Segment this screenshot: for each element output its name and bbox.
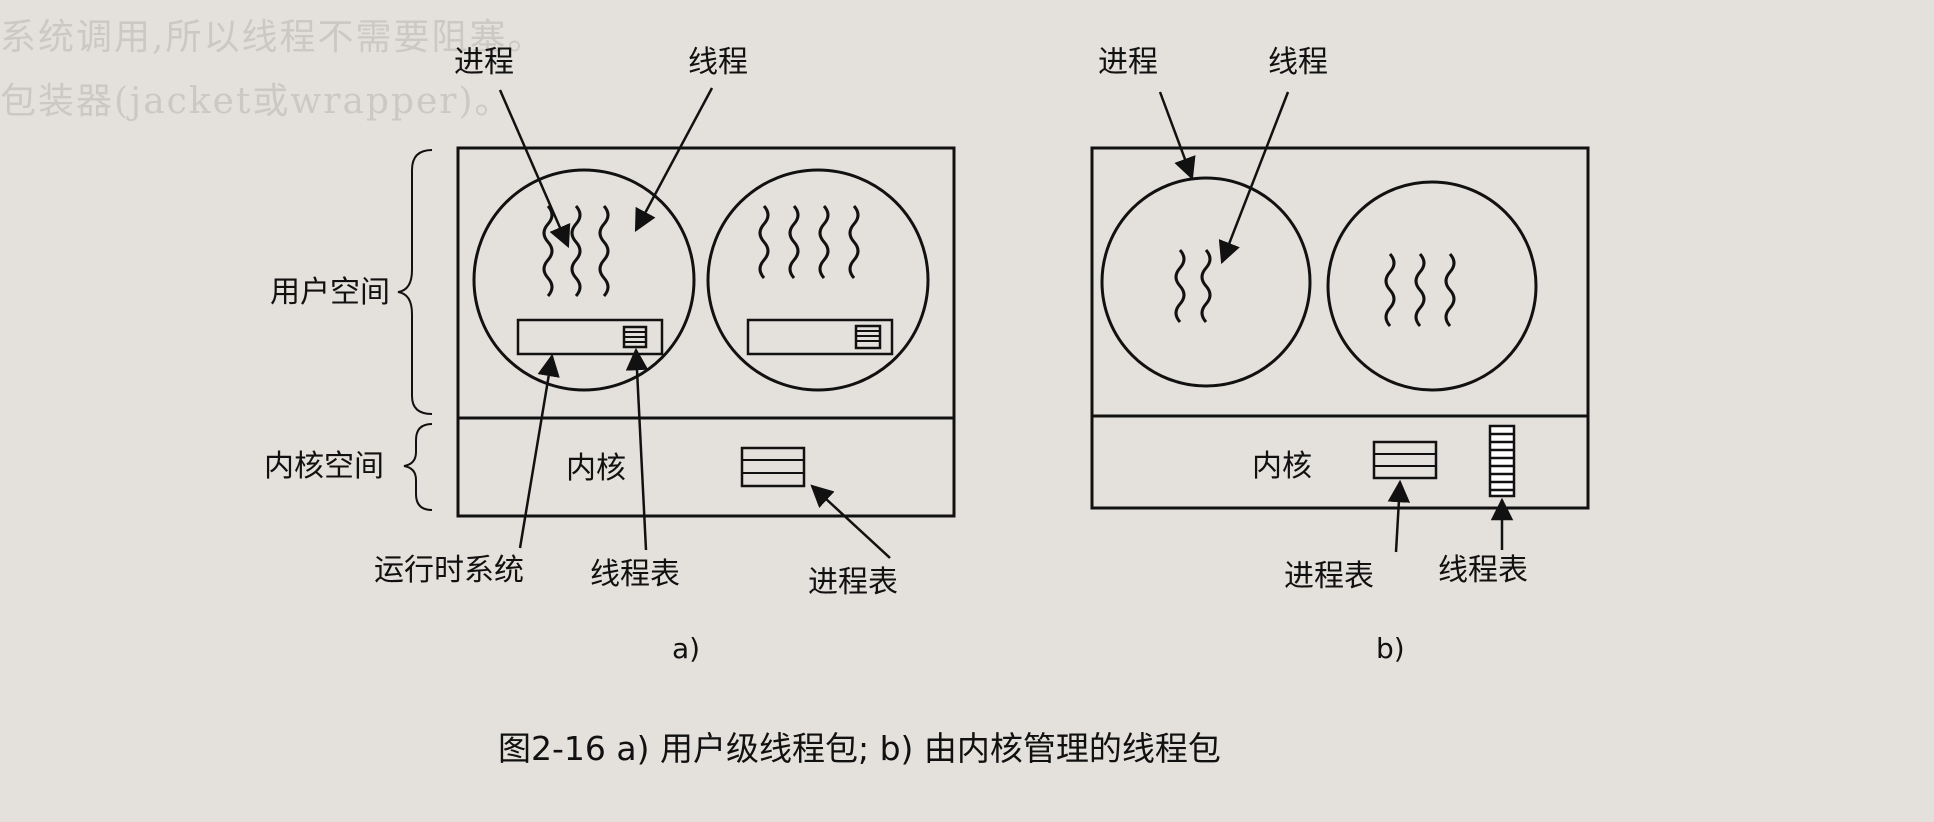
label-kernel-space: 内核空间 bbox=[264, 449, 384, 484]
process-circle-b2 bbox=[1326, 180, 1538, 392]
thread-icon bbox=[758, 205, 860, 279]
diagram-b: 进程 线程 内核 进程表 线程表 b) bbox=[1090, 45, 1590, 665]
label-process-table-a: 进程表 bbox=[808, 565, 898, 600]
label-process-table-b: 进程表 bbox=[1284, 559, 1374, 594]
arrow-thread-a bbox=[634, 87, 714, 232]
arrow-runtime-system bbox=[518, 353, 560, 549]
diagram-a: 进程 线程 用户空间 内核空间 内核 运行时系统 线程表 进程表 a) bbox=[264, 45, 956, 665]
kernel-space-brace bbox=[403, 423, 433, 511]
arrow-process-a bbox=[498, 89, 571, 249]
arrow-process-table-b bbox=[1387, 479, 1411, 553]
thread-table-icon-b bbox=[1488, 424, 1516, 498]
label-process-b: 进程 bbox=[1098, 45, 1158, 80]
sublabel-a: a) bbox=[672, 632, 700, 665]
process-table-icon-a bbox=[740, 446, 806, 488]
process-circle-a1 bbox=[472, 168, 696, 392]
sublabel-b: b) bbox=[1376, 632, 1405, 665]
thread-icon bbox=[1174, 249, 1212, 323]
label-runtime-system: 运行时系统 bbox=[374, 553, 524, 588]
arrow-process-table-a bbox=[810, 484, 891, 559]
label-process-a: 进程 bbox=[454, 45, 514, 80]
arrow-process-b bbox=[1158, 91, 1196, 181]
label-thread-table-a: 线程表 bbox=[590, 557, 680, 592]
label-thread-table-b: 线程表 bbox=[1438, 553, 1528, 588]
thread-icon bbox=[542, 205, 610, 297]
user-space-brace bbox=[397, 149, 433, 415]
label-user-space: 用户空间 bbox=[270, 275, 390, 310]
figure-caption: 图2-16 a) 用户级线程包; b) 由内核管理的线程包 bbox=[498, 729, 1221, 768]
label-kernel-b: 内核 bbox=[1252, 449, 1312, 484]
arrow-thread-table-a bbox=[625, 347, 649, 551]
label-thread-a: 线程 bbox=[688, 45, 748, 80]
label-kernel-a: 内核 bbox=[566, 451, 626, 486]
label-thread-b: 线程 bbox=[1268, 45, 1328, 80]
process-table-icon-b bbox=[1372, 440, 1438, 480]
thread-table-icon-a2 bbox=[854, 324, 882, 350]
thread-icon bbox=[1384, 253, 1456, 327]
process-circle-a2 bbox=[706, 168, 930, 392]
process-circle-b1 bbox=[1100, 176, 1312, 388]
thread-table-icon-a1 bbox=[622, 325, 648, 349]
arrow-thread-b bbox=[1218, 91, 1290, 265]
thread-package-figure: 进程 线程 用户空间 内核空间 内核 运行时系统 线程表 进程表 a) 进程 线… bbox=[264, 45, 1590, 768]
